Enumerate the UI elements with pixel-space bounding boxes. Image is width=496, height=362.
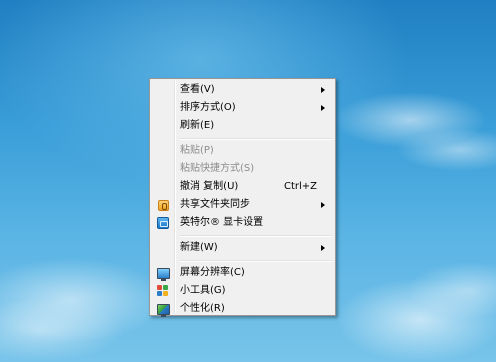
submenu-arrow-icon [321,105,325,111]
menu-item-refresh[interactable]: 刷新(E) [152,117,333,135]
personalize-icon [156,303,170,317]
menu-item-view[interactable]: 查看(V) [152,81,333,99]
menu-item-label: 个性化(R) [180,303,225,314]
menu-item-label: 刷新(E) [180,120,215,131]
desktop-context-menu: 查看(V) 排序方式(O) 刷新(E) 粘贴(P) 粘贴快捷方式(S) 撤消 复… [149,78,336,318]
submenu-arrow-icon [321,87,325,93]
menu-item-personalize[interactable]: 个性化(R) [152,300,333,318]
menu-item-label: 英特尔® 显卡设置 [180,217,264,228]
menu-item-paste: 粘贴(P) [152,142,333,160]
menu-item-label: 共享文件夹同步 [180,199,250,210]
menu-item-screen-resolution[interactable]: 屏幕分辨率(C) [152,264,333,282]
menu-item-label: 查看(V) [180,84,215,95]
gadgets-icon [157,285,169,297]
menu-item-shortcut: Ctrl+Z [283,181,317,192]
submenu-arrow-icon [321,245,325,251]
menu-item-label: 粘贴(P) [180,145,214,156]
menu-item-label: 小工具(G) [180,285,226,296]
menu-item-label: 新建(W) [180,242,218,253]
screen-resolution-icon [156,267,170,281]
intel-graphics-icon [157,217,169,229]
menu-separator [152,135,333,142]
menu-item-new[interactable]: 新建(W) [152,239,333,257]
shared-folder-sync-icon [157,199,169,211]
menu-item-label: 粘贴快捷方式(S) [180,163,255,174]
menu-item-undo-copy[interactable]: 撤消 复制(U) Ctrl+Z [152,178,333,196]
menu-separator [152,257,333,264]
menu-item-label: 排序方式(O) [180,102,236,113]
menu-item-gadgets[interactable]: 小工具(G) [152,282,333,300]
menu-item-paste-shortcut: 粘贴快捷方式(S) [152,160,333,178]
menu-separator [152,232,333,239]
menu-item-intel-graphics[interactable]: 英特尔® 显卡设置 [152,214,333,232]
menu-item-label: 屏幕分辨率(C) [180,267,245,278]
menu-item-shared-folder-sync[interactable]: 共享文件夹同步 [152,196,333,214]
submenu-arrow-icon [321,202,325,208]
menu-item-sort-by[interactable]: 排序方式(O) [152,99,333,117]
